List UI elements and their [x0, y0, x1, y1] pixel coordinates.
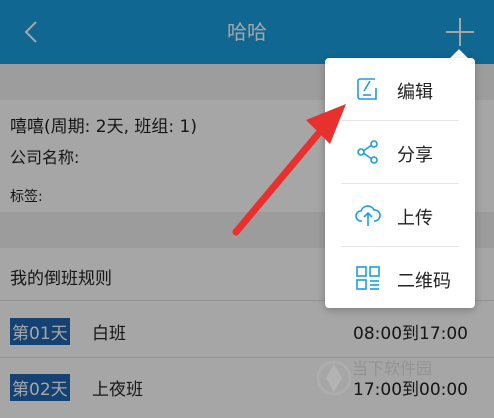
watermark-text: 当下软件园	[352, 359, 433, 378]
